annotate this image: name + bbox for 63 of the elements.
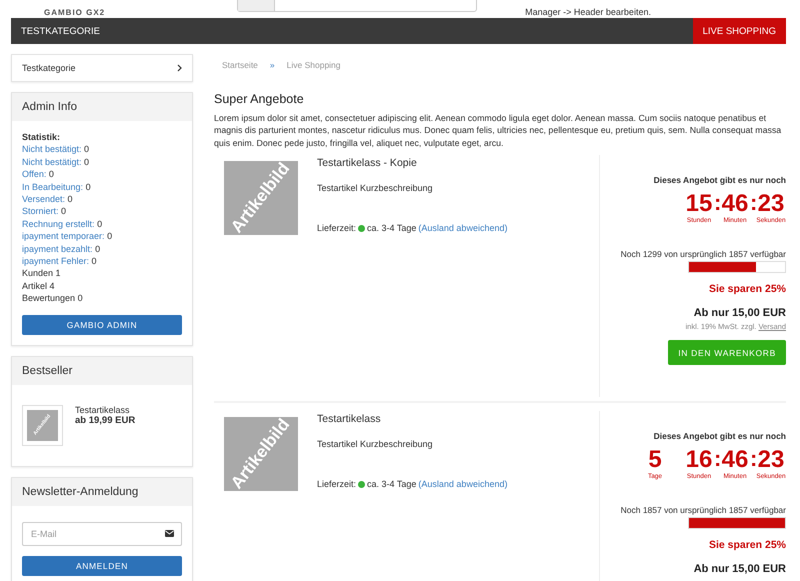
chevron-icon [177, 64, 182, 72]
stats-heading: Statistik: [22, 131, 62, 144]
delivery-label: Lieferzeit: [317, 479, 356, 490]
product-title[interactable]: Testartikelass [317, 413, 599, 426]
delivery-time: ca. 3-4 Tage [367, 479, 416, 490]
stat-row-text: Kunden 1 [22, 267, 62, 280]
stat-row[interactable]: ipayment Fehler: 0 [22, 255, 182, 268]
delivery-label: Lieferzeit: [317, 223, 356, 234]
stat-row[interactable]: ipayment bezahlt: 0 [22, 242, 182, 256]
product-description: Testartikel Kurzbeschreibung [317, 439, 434, 450]
status-dot [358, 480, 366, 488]
email-field[interactable]: E-Mail [22, 522, 182, 546]
page-title: Super Angebote [214, 92, 305, 106]
time-separator: : [750, 447, 756, 472]
breadcrumb-separator: » [270, 60, 275, 70]
category-item[interactable]: Testkategorie [11, 54, 193, 82]
product-price: ab 19,99 EUR [75, 414, 136, 426]
stat-row-text: Bewertungen 0 [22, 292, 84, 305]
stat-row-text: Artikel 4 [22, 280, 56, 292]
logo[interactable]: GAMBIO GX2 [44, 8, 106, 17]
countdown-value: 16 [686, 447, 712, 474]
offer-price: Ab nur 15,00 EUR [694, 563, 786, 576]
category-label: Testkategorie [22, 63, 76, 73]
subscribe-button[interactable]: ANMELDEN [22, 556, 182, 576]
panel-title: Bestseller [12, 356, 192, 385]
savings-text: Sie sparen 25% [708, 539, 786, 552]
nav-item[interactable]: LIVE SHOPPING [692, 18, 786, 44]
delivery-time: ca. 3-4 Tage [367, 223, 416, 234]
delivery-link[interactable]: (Ausland abweichend) [418, 479, 508, 490]
savings-text: Sie sparen 25% [708, 283, 786, 296]
stat-row[interactable]: Nicht bestätigt: 0 [22, 156, 182, 168]
time-separator: : [714, 191, 720, 216]
countdown-value: 46 [722, 447, 748, 474]
panel-title: Admin Info [12, 93, 192, 121]
nav-item[interactable]: TESTKATEGORIE [11, 18, 110, 44]
delivery-link[interactable]: (Ausland abweichend) [418, 223, 508, 234]
product-description: Testartikel Kurzbeschreibung [317, 183, 434, 194]
time-separator: : [714, 447, 720, 472]
stock-text: Noch 1299 von ursprünglich 1857 verfügbar [620, 249, 786, 260]
countdown-value: 46 [722, 191, 748, 218]
countdown-value: 15 [686, 191, 712, 218]
status-dot [358, 224, 366, 232]
panel-title: Newsletter-Anmeldung [12, 478, 192, 506]
header-note: Manager -> Header bearbeiten. [525, 7, 651, 17]
countdown-value: 23 [758, 447, 784, 474]
stat-row[interactable]: Offen: 0 [22, 168, 182, 181]
stock-text: Noch 1857 von ursprünglich 1857 verfügbar [620, 505, 786, 516]
stat-row[interactable]: ipayment temporaer: 0 [22, 230, 182, 243]
product-name[interactable]: Testartikelass [75, 404, 136, 415]
time-separator: : [750, 191, 756, 216]
countdown-title: Dieses Angebot gibt es nur noch [654, 431, 786, 442]
countdown-title: Dieses Angebot gibt es nur noch [654, 175, 786, 186]
intro-text: Lorem ipsum dolor sit amet, consectetuer adipiscing elit. Aenean commodo ligula eget dolor. Aenean massa. Cum sociis natoque penatibus et magnis dis parturient montes, nascetur ridiculus mus. Donec quam felis, ultricies nec, pellentesque eu, pretium quis, sem. Nulla consequat massa quis enim. Donec pede justo, fringilla vel, aliquet nec, vulputate eget, arcu. [214, 112, 782, 150]
countdown-value: 5 [648, 447, 662, 474]
product-title[interactable]: Testartikelass - Kopie [317, 157, 599, 170]
stat-row[interactable]: Rechnung erstellt: 0 [22, 218, 182, 230]
stat-row[interactable]: In Bearbeitung: 0 [22, 180, 182, 194]
admin-button[interactable]: GAMBIO ADMIN [22, 314, 182, 335]
offer-price: Ab nur 15,00 EUR [694, 307, 786, 320]
stat-row[interactable]: Versendet: 0 [22, 193, 182, 206]
stat-row[interactable]: Nicht bestätigt: 0 [22, 143, 182, 156]
countdown-value: 23 [758, 191, 784, 218]
stat-row[interactable]: Storniert: 0 [22, 205, 182, 218]
